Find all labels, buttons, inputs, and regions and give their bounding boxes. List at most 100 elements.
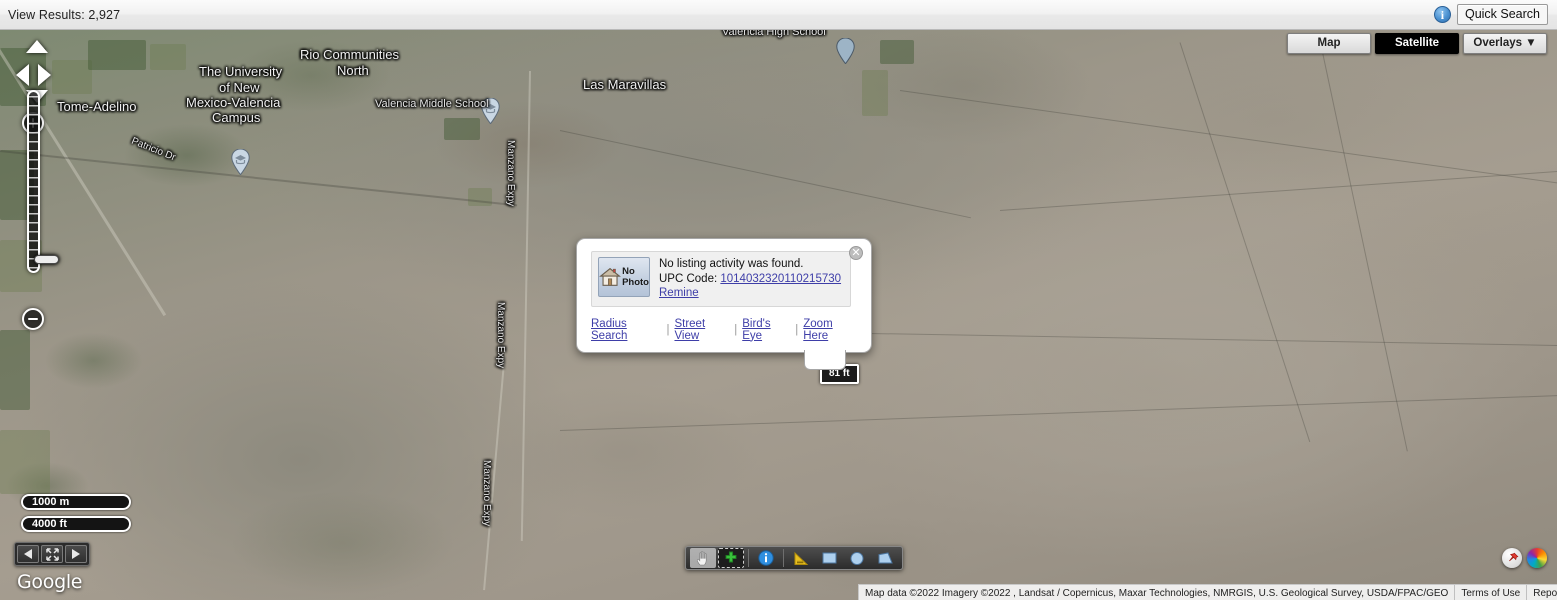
- map-type-map-button[interactable]: Map: [1287, 33, 1371, 54]
- no-photo-line2: Photo: [622, 277, 649, 288]
- previous-button[interactable]: [17, 545, 39, 563]
- link-separator: |: [795, 323, 799, 336]
- google-logo: Google: [17, 571, 83, 593]
- bubble-action-links[interactable]: Radius Search | Street View | Bird's Eye…: [591, 318, 857, 342]
- pan-up-icon[interactable]: [26, 40, 48, 53]
- bubble-text-block: No listing activity was found. UPC Code:…: [659, 257, 841, 301]
- zoom-here-link[interactable]: Zoom Here: [803, 318, 857, 342]
- polygon-icon: [878, 552, 893, 564]
- color-wheel-icon[interactable]: [1527, 548, 1547, 568]
- radius-search-link[interactable]: Radius Search: [591, 318, 661, 342]
- no-photo-thumbnail: No Photo: [598, 257, 650, 297]
- info-circle-icon[interactable]: i: [1433, 6, 1451, 23]
- road-label: Manzano Expy: [505, 140, 516, 207]
- zoom-out-icon[interactable]: [22, 308, 44, 330]
- map-label: Valencia High School: [722, 30, 826, 38]
- polygon-tool[interactable]: [872, 548, 898, 568]
- field-patch: [150, 44, 186, 70]
- field-patch: [862, 70, 888, 116]
- field-patch: [880, 40, 914, 64]
- info-tool[interactable]: [753, 548, 779, 568]
- top-bar-right-group: i Quick Search: [1433, 4, 1557, 25]
- remine-link[interactable]: Remine: [659, 287, 699, 299]
- listing-info-bubble: ✕ No Photo No listing activity was found…: [576, 238, 872, 369]
- pan-right-icon[interactable]: [38, 64, 51, 86]
- field-patch: [0, 430, 50, 494]
- field-patch: [88, 40, 146, 70]
- ruler-triangle-icon: [794, 551, 808, 565]
- map-label: Mexico-Valencia: [186, 95, 281, 110]
- toolbar-separator: [783, 549, 784, 567]
- map-label: Tome-Adelino: [57, 99, 137, 114]
- add-marker-tool[interactable]: [718, 548, 744, 568]
- upc-code-link[interactable]: 1014032320110215730: [720, 273, 841, 285]
- pushpin-icon[interactable]: [1502, 548, 1522, 568]
- map-label: Campus: [212, 110, 261, 125]
- pan-left-icon[interactable]: [16, 64, 29, 86]
- road-line: [999, 168, 1557, 211]
- road-line: [1179, 42, 1311, 443]
- map-label: The University: [199, 64, 283, 79]
- square-icon: [822, 552, 836, 564]
- street-view-link[interactable]: Street View: [674, 318, 729, 342]
- bubble-body: No Photo No listing activity was found. …: [591, 251, 851, 307]
- pan-hand-tool[interactable]: [690, 548, 716, 568]
- scale-bars: 1000 m 4000 ft: [21, 494, 131, 538]
- map-label: of New: [219, 80, 260, 95]
- measure-tool[interactable]: [788, 548, 814, 568]
- map-type-control[interactable]: Map Satellite Overlays ▼: [1287, 33, 1547, 54]
- upc-label: UPC Code:: [659, 272, 718, 285]
- expand-arrows-icon: [45, 547, 59, 561]
- link-separator: |: [666, 323, 670, 336]
- close-icon[interactable]: ✕: [849, 246, 863, 260]
- top-bar: View Results: 2,927 i Quick Search: [0, 0, 1557, 30]
- attribution-bar: Map data ©2022 Imagery ©2022 , Landsat /…: [858, 584, 1557, 600]
- field-patch: [444, 118, 480, 140]
- zoom-slider-handle[interactable]: [34, 255, 59, 264]
- next-button[interactable]: [65, 545, 87, 563]
- house-icon: [599, 268, 621, 286]
- corner-icon-group[interactable]: [1502, 548, 1547, 568]
- circle-icon: [850, 551, 864, 565]
- road-line: [1319, 40, 1408, 452]
- rectangle-tool[interactable]: [816, 548, 842, 568]
- road-line: [899, 90, 1557, 189]
- road-line: [483, 350, 506, 591]
- triangle-right-icon: [72, 549, 80, 559]
- view-results-label: View Results: 2,927: [8, 7, 121, 22]
- high-school-marker[interactable]: [836, 38, 855, 64]
- birds-eye-link[interactable]: Bird's Eye: [742, 318, 790, 342]
- zoom-slider-track[interactable]: [27, 90, 59, 273]
- expand-button[interactable]: [41, 545, 63, 563]
- map-tool-bar[interactable]: [685, 546, 903, 570]
- map-label: Las Maravillas: [583, 77, 667, 92]
- circle-tool[interactable]: [844, 548, 870, 568]
- green-plus-icon: [725, 551, 737, 563]
- upc-row: UPC Code: 1014032320110215730: [659, 272, 841, 287]
- pushpin-glyph: [1508, 552, 1518, 561]
- map-label: Rio Communities: [300, 47, 399, 62]
- field-patch: [52, 60, 92, 94]
- field-patch: [0, 330, 30, 410]
- road-line: [559, 395, 1557, 431]
- triangle-left-icon: [24, 549, 32, 559]
- map-type-satellite-button[interactable]: Satellite: [1375, 33, 1459, 54]
- link-separator: |: [734, 323, 738, 336]
- road-label: Patricio Dr: [129, 135, 178, 164]
- scale-bar-metric: 1000 m: [21, 494, 131, 510]
- navigation-buttons[interactable]: [14, 542, 90, 566]
- hand-icon: [696, 551, 706, 566]
- report-map-error-link[interactable]: Report a map error: [1527, 585, 1557, 600]
- terms-of-use-link[interactable]: Terms of Use: [1455, 585, 1526, 600]
- university-marker[interactable]: [231, 149, 250, 175]
- road-line: [559, 130, 971, 219]
- no-photo-label: No Photo: [622, 266, 649, 288]
- middle-school-marker[interactable]: [481, 98, 500, 124]
- scale-bar-imperial: 4000 ft: [21, 516, 131, 532]
- map-label: North: [337, 63, 369, 78]
- map-label: Valencia Middle School: [375, 98, 489, 110]
- road-line: [520, 70, 531, 541]
- quick-search-button[interactable]: Quick Search: [1456, 4, 1548, 25]
- map-type-overlays-button[interactable]: Overlays ▼: [1463, 33, 1547, 54]
- map-canvas[interactable]: Map Satellite Overlays ▼ Valencia High S…: [0, 30, 1557, 600]
